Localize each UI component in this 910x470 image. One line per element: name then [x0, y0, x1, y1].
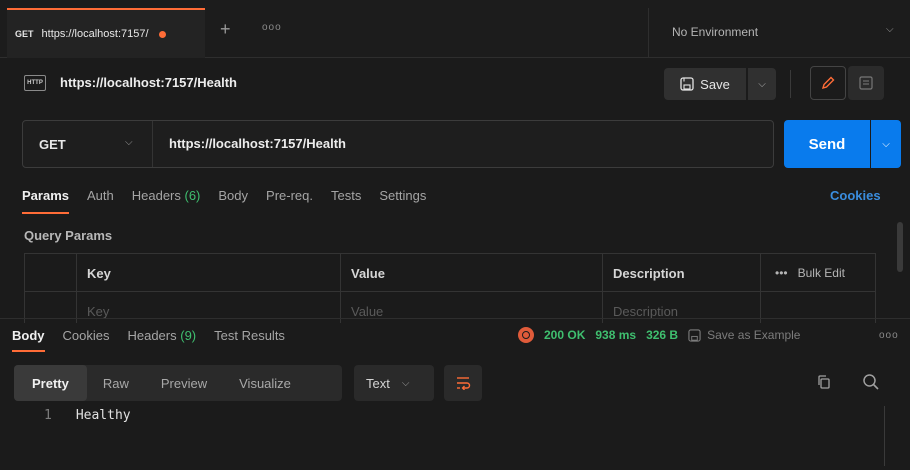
tab-title: https://localhost:7157/ — [41, 28, 149, 40]
url-input[interactable]: https://localhost:7157/Health — [169, 136, 346, 151]
chevron-down-icon: ⌵ — [401, 377, 410, 389]
status-code[interactable]: 200 OK — [544, 328, 585, 342]
tab-settings[interactable]: Settings — [379, 188, 426, 212]
http-icon: HTTP — [24, 75, 46, 91]
tab-response-cookies[interactable]: Cookies — [63, 328, 110, 343]
method-select[interactable]: GET ⌵ — [23, 121, 153, 167]
send-button[interactable]: Send — [784, 120, 870, 168]
tab-auth[interactable]: Auth — [87, 188, 114, 212]
more-options-icon[interactable]: ooo — [879, 330, 899, 341]
language-label: Text — [366, 375, 390, 391]
floppy-disk-icon — [680, 77, 694, 91]
edit-pencil-icon[interactable] — [810, 66, 846, 100]
copy-icon[interactable] — [816, 374, 832, 393]
column-value: Value — [341, 254, 603, 292]
send-options-chevron-icon[interactable]: ⌵ — [871, 120, 901, 168]
environment-select[interactable]: No Environment — [672, 25, 758, 39]
tab-response-headers-label: Headers — [127, 328, 177, 343]
response-time[interactable]: 938 ms — [595, 328, 636, 342]
chevron-down-icon[interactable]: ⌵ — [886, 24, 894, 35]
scrollbar[interactable] — [897, 222, 903, 272]
new-tab-plus-icon[interactable]: + — [220, 20, 231, 38]
response-tabs: Body Cookies Headers (9) Test Results — [12, 328, 285, 352]
cookies-link[interactable]: Cookies — [830, 188, 881, 203]
checkbox-column — [25, 254, 77, 292]
bulk-edit-label: Bulk Edit — [797, 266, 845, 280]
format-raw[interactable]: Raw — [87, 365, 145, 401]
scrollbar[interactable] — [884, 406, 885, 466]
divider — [790, 70, 791, 98]
network-globe-icon[interactable] — [518, 327, 534, 343]
tab-test-results[interactable]: Test Results — [214, 328, 285, 343]
format-selector: Pretty Raw Preview Visualize — [14, 365, 342, 401]
format-preview[interactable]: Preview — [145, 365, 223, 401]
format-pretty[interactable]: Pretty — [14, 365, 87, 401]
tab-params[interactable]: Params — [22, 188, 69, 214]
format-visualize[interactable]: Visualize — [223, 365, 307, 401]
column-key: Key — [77, 254, 341, 292]
tab-response-headers[interactable]: Headers (9) — [127, 328, 196, 343]
response-body-line: 1 Healthy — [44, 408, 131, 423]
request-tabs: Params Auth Headers (6) Body Pre-req. Te… — [22, 188, 426, 214]
more-icon: ••• — [775, 266, 788, 280]
line-text[interactable]: Healthy — [76, 408, 131, 423]
save-as-example-label: Save as Example — [707, 328, 801, 342]
more-tabs-icon[interactable]: ooo — [262, 22, 282, 33]
search-icon[interactable] — [862, 373, 880, 394]
tab-tests[interactable]: Tests — [331, 188, 361, 212]
line-number: 1 — [44, 408, 52, 423]
tab-method: GET — [15, 29, 34, 39]
tab-body[interactable]: Body — [218, 188, 248, 212]
tab-strip: GET https://localhost:7157/ + ooo No Env… — [0, 0, 910, 58]
pane-divider[interactable] — [0, 318, 910, 319]
tab-prereq[interactable]: Pre-req. — [266, 188, 313, 212]
save-label: Save — [700, 76, 730, 92]
request-header: HTTP https://localhost:7157/Health Save … — [0, 58, 910, 110]
unsaved-dot-icon — [158, 30, 166, 38]
url-bar: GET ⌵ https://localhost:7157/Health — [22, 120, 774, 168]
divider — [648, 8, 649, 58]
save-button[interactable]: Save — [664, 68, 746, 100]
bulk-edit[interactable]: ••• Bulk Edit — [775, 266, 845, 280]
request-name[interactable]: https://localhost:7157/Health — [60, 75, 237, 90]
tab-headers-label: Headers — [131, 188, 181, 203]
save-as-example-button[interactable]: Save as Example — [688, 328, 800, 342]
table-header-row: Key Value Description ••• Bulk Edit — [25, 254, 875, 292]
request-tab[interactable]: GET https://localhost:7157/ — [7, 8, 205, 58]
chevron-down-icon: ⌵ — [125, 137, 133, 148]
response-headers-count: (9) — [180, 328, 197, 343]
headers-count: (6) — [184, 188, 201, 203]
save-options-chevron-icon[interactable]: ⌵ — [748, 68, 776, 100]
params-table: Key Value Description ••• Bulk Edit Key … — [24, 253, 876, 323]
floppy-disk-icon — [688, 328, 701, 342]
response-meta: 200 OK 938 ms 326 B Save as Example — [518, 327, 800, 343]
language-select[interactable]: Text ⌵ — [354, 365, 434, 401]
tab-headers[interactable]: Headers (6) — [132, 188, 201, 212]
wrap-lines-icon[interactable] — [444, 365, 482, 401]
method-label: GET — [39, 136, 66, 152]
documentation-icon[interactable] — [848, 66, 884, 100]
tab-response-body[interactable]: Body — [12, 328, 45, 352]
query-params-title: Query Params — [24, 228, 113, 243]
response-size[interactable]: 326 B — [646, 328, 678, 342]
column-description: Description — [603, 254, 761, 292]
